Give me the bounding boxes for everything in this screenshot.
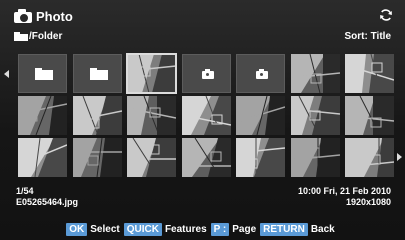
folder-icon xyxy=(89,68,108,80)
thumbnail-image xyxy=(236,138,285,177)
quick-label: Features xyxy=(164,223,207,235)
arrow-left-icon[interactable] xyxy=(4,70,9,78)
photo-browser-screen: Photo /Folder Sort: Title 1/54 E05265464… xyxy=(0,0,405,240)
quick-key[interactable]: QUICK xyxy=(123,222,162,236)
photo-placeholder-thumbnail[interactable] xyxy=(236,54,285,93)
thumbnail-image xyxy=(345,54,394,93)
resolution: 1920x1080 xyxy=(345,197,391,207)
folder-thumbnail[interactable] xyxy=(72,54,122,93)
position-counter: 1/54 xyxy=(16,186,34,196)
thumbnail-image xyxy=(290,138,340,177)
button-guide: OK Select QUICK Features P : Page RETURN… xyxy=(0,218,405,240)
thumbnail-image xyxy=(290,54,340,93)
thumbnail-image xyxy=(72,96,122,135)
file-name: E05265464.jpg xyxy=(16,197,79,207)
thumbnail-image xyxy=(127,138,176,177)
folder-icon xyxy=(14,32,28,41)
thumbnail-image xyxy=(345,96,394,135)
page-key[interactable]: P : xyxy=(210,222,230,236)
photo-thumbnail[interactable] xyxy=(345,96,394,135)
photo-thumbnail[interactable] xyxy=(72,96,122,135)
photo-thumbnail[interactable] xyxy=(72,138,122,177)
date-time: 10:00 Fri, 21 Feb 2010 xyxy=(297,186,391,196)
return-key[interactable]: RETURN xyxy=(260,222,308,236)
folder-icon xyxy=(35,68,53,80)
thumbnail-image xyxy=(236,96,285,135)
thumbnail-image xyxy=(181,138,231,177)
photo-thumbnail[interactable] xyxy=(236,138,285,177)
file-info: 1/54 E05265464.jpg xyxy=(16,186,78,208)
photo-thumbnail[interactable] xyxy=(18,138,67,177)
photo-thumbnail[interactable] xyxy=(126,53,177,94)
thumbnail-image xyxy=(18,96,67,135)
return-label: Back xyxy=(310,223,335,235)
thumbnail-grid xyxy=(18,53,400,179)
photo-thumbnail[interactable] xyxy=(345,138,394,177)
camera-icon xyxy=(14,9,32,23)
photo-thumbnail[interactable] xyxy=(290,96,340,135)
ok-label: Select xyxy=(90,223,120,235)
sort-label[interactable]: Sort: Title xyxy=(345,31,391,42)
thumbnail-image xyxy=(72,138,122,177)
thumbnail-image xyxy=(181,96,231,135)
title-row: Photo xyxy=(14,6,73,26)
file-details: 10:00 Fri, 21 Feb 2010 1920x1080 xyxy=(298,186,391,208)
page-label: Page xyxy=(232,223,257,235)
photo-thumbnail[interactable] xyxy=(236,96,285,135)
thumbnail-image xyxy=(127,96,176,135)
thumbnail-image xyxy=(18,138,67,177)
photo-thumbnail[interactable] xyxy=(290,138,340,177)
photo-thumbnail[interactable] xyxy=(345,54,394,93)
thumbnail-image xyxy=(127,54,176,93)
photo-thumbnail[interactable] xyxy=(127,96,176,135)
camera-icon xyxy=(256,69,268,79)
photo-thumbnail[interactable] xyxy=(181,138,231,177)
ok-key[interactable]: OK xyxy=(66,222,88,236)
photo-thumbnail[interactable] xyxy=(290,54,340,93)
thumbnail-image xyxy=(290,96,340,135)
folder-path: /Folder xyxy=(14,31,62,42)
sync-icon[interactable] xyxy=(379,8,393,22)
photo-thumbnail[interactable] xyxy=(127,138,176,177)
camera-icon xyxy=(201,69,214,79)
photo-thumbnail[interactable] xyxy=(18,96,67,135)
page-title: Photo xyxy=(36,8,73,24)
thumbnail-image xyxy=(345,138,394,177)
folder-label: /Folder xyxy=(29,31,63,42)
photo-thumbnail[interactable] xyxy=(181,96,231,135)
photo-placeholder-thumbnail[interactable] xyxy=(181,54,231,93)
folder-thumbnail[interactable] xyxy=(18,54,67,93)
